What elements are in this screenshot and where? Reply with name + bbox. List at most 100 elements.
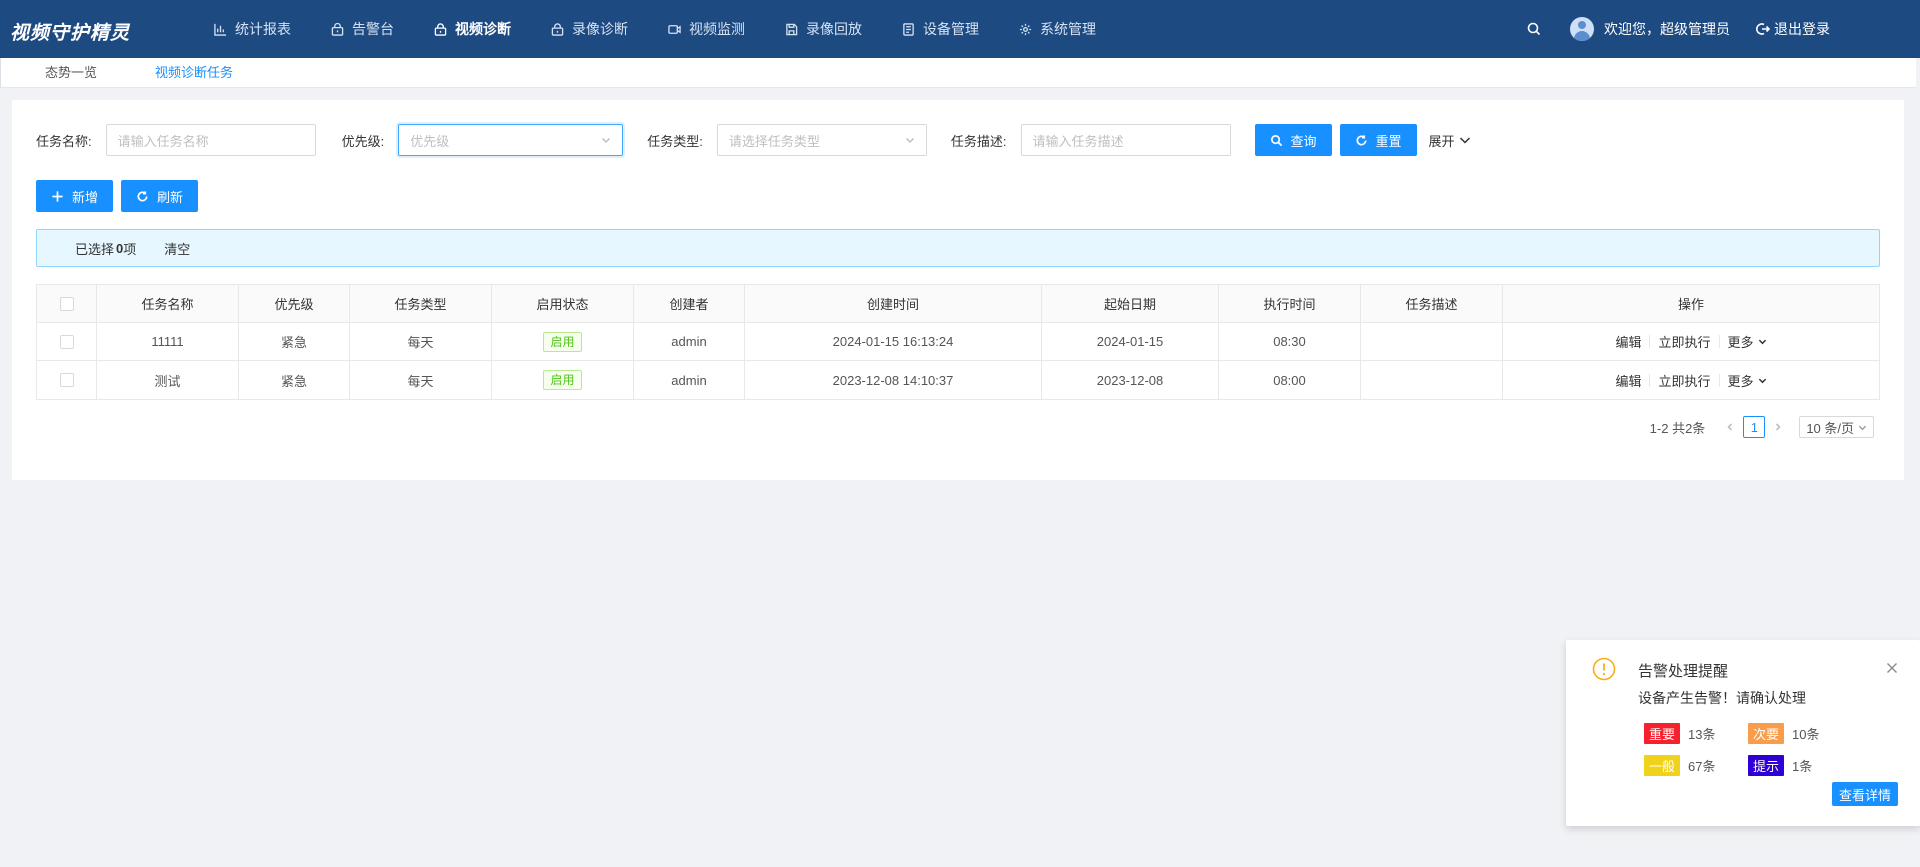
alarm-level-grid: 重要 13条 次要 10条 一般 67条 提示 1条 xyxy=(1644,717,1852,781)
page-number-current[interactable]: 1 xyxy=(1743,416,1766,438)
reload-icon xyxy=(1356,134,1367,145)
notification-title: 告警处理提醒 xyxy=(1638,663,1729,680)
alarm-level-badge-normal: 一般 xyxy=(1644,754,1681,776)
cell-task-desc xyxy=(1361,323,1503,360)
nav-item-playback[interactable]: 录像回放 xyxy=(765,0,882,58)
nav-item-alarm[interactable]: 告警台 xyxy=(311,0,414,58)
header-right: 欢迎您，超级管理员 退出登录 xyxy=(1526,0,1830,58)
nav-item-video-diagnosis[interactable]: 视频诊断 xyxy=(414,0,531,58)
column-header[interactable]: 执行时间 xyxy=(1219,285,1361,322)
refresh-label: 刷新 xyxy=(157,189,184,205)
nav-item-device[interactable]: 设备管理 xyxy=(882,0,999,58)
page-size-select[interactable]: 10 条/页 xyxy=(1799,416,1874,438)
view-details-button[interactable]: 查看详情 xyxy=(1831,782,1898,806)
chevron-down-icon xyxy=(1459,137,1470,144)
clear-selection-link[interactable]: 清空 xyxy=(164,239,190,258)
reset-label: 重置 xyxy=(1375,133,1402,149)
row-actions: 编辑 立即执行 更多 xyxy=(1615,332,1766,351)
run-now-link[interactable]: 立即执行 xyxy=(1658,371,1710,390)
more-link[interactable]: 更多 xyxy=(1728,371,1754,390)
edit-link[interactable]: 编辑 xyxy=(1615,371,1641,390)
priority-select[interactable]: 优先级 xyxy=(398,124,624,156)
column-header[interactable]: 创建者 xyxy=(634,285,745,322)
prev-page-button[interactable] xyxy=(1719,416,1741,438)
cell-status: 启用 xyxy=(492,361,634,399)
select-all-checkbox[interactable] xyxy=(59,296,74,311)
reset-button[interactable]: 重置 xyxy=(1339,124,1417,156)
chevron-down-icon xyxy=(905,137,914,144)
column-header[interactable]: 优先级 xyxy=(239,285,350,322)
alarm-level-count: 67条 xyxy=(1688,758,1716,774)
bar-chart-icon xyxy=(214,23,227,36)
logout-button[interactable]: 退出登录 xyxy=(1756,19,1830,39)
task-type-label: 任务类型: xyxy=(647,133,703,149)
page-size-label: 10 条/页 xyxy=(1806,420,1854,436)
priority-placeholder: 优先级 xyxy=(410,133,450,149)
column-header[interactable]: 任务类型 xyxy=(350,285,492,322)
column-header[interactable]: 任务描述 xyxy=(1361,285,1503,322)
cell-created-time: 2024-01-15 16:13:24 xyxy=(745,323,1042,360)
task-name-placeholder: 请输入任务名称 xyxy=(117,133,209,149)
search-icon[interactable] xyxy=(1526,21,1542,37)
alarm-level-item: 次要 10条 xyxy=(1748,722,1852,744)
add-label: 新增 xyxy=(72,189,99,205)
query-label: 查询 xyxy=(1290,133,1317,149)
alarm-level-row: 重要 13条 次要 10条 xyxy=(1644,717,1852,749)
nav-label: 设备管理 xyxy=(923,21,979,37)
alarm-level-badge-minor: 次要 xyxy=(1748,722,1785,744)
nav-item-record-diagnosis[interactable]: 录像诊断 xyxy=(531,0,648,58)
table-row[interactable]: 测试 紧急 每天 启用 admin 2023-12-08 14:10:37 20… xyxy=(37,361,1879,399)
task-desc-label: 任务描述: xyxy=(950,133,1007,149)
row-checkbox[interactable] xyxy=(59,334,74,349)
nav-item-video-monitor[interactable]: 视频监测 xyxy=(648,0,765,58)
column-header: 操作 xyxy=(1677,297,1704,312)
alarm-level-item: 重要 13条 xyxy=(1644,722,1748,744)
alarm-level-row: 一般 67条 提示 1条 xyxy=(1644,749,1852,781)
column-header[interactable]: 启用状态 xyxy=(492,285,634,322)
priority-label: 优先级: xyxy=(341,133,385,149)
filter-form: 任务名称: 请输入任务名称 优先级: 优先级 任务类型: 请选择任务类型 任务描… xyxy=(36,124,1471,156)
refresh-button[interactable]: 刷新 xyxy=(121,180,199,212)
welcome-text: 欢迎您，超级管理员 xyxy=(1604,21,1730,37)
alarm-level-count: 10条 xyxy=(1792,726,1820,742)
cell-task-name: 测试 xyxy=(97,361,239,399)
add-button[interactable]: 新增 xyxy=(36,180,114,212)
nav-label: 视频诊断 xyxy=(455,21,511,37)
query-button[interactable]: 查询 xyxy=(1254,124,1332,156)
tab-video-diagnosis-task[interactable]: 视频诊断任务 xyxy=(129,58,265,88)
task-type-select[interactable]: 请选择任务类型 xyxy=(716,124,927,156)
top-navbar: 视频守护精灵 统计报表 告警台 视频诊断 录像诊断 视频监测 录像回放 设备管理 xyxy=(0,0,1920,58)
action-toolbar: 新增 刷新 xyxy=(36,180,199,212)
task-desc-input[interactable]: 请输入任务描述 xyxy=(1020,124,1231,156)
nav-label: 视频监测 xyxy=(689,21,745,37)
expand-label: 展开 xyxy=(1428,133,1455,149)
edit-link[interactable]: 编辑 xyxy=(1615,332,1641,351)
nav-item-stats[interactable]: 统计报表 xyxy=(194,0,311,58)
column-header[interactable]: 起始日期 xyxy=(1042,285,1219,322)
more-link[interactable]: 更多 xyxy=(1728,332,1754,351)
nav-item-system[interactable]: 系统管理 xyxy=(999,0,1116,58)
task-name-label: 任务名称: xyxy=(36,133,92,149)
chevron-down-icon xyxy=(1858,425,1867,430)
column-header[interactable]: 任务名称 xyxy=(97,285,239,322)
next-page-button[interactable] xyxy=(1767,416,1789,438)
nav-label: 告警台 xyxy=(352,21,394,37)
cell-priority: 紧急 xyxy=(239,361,350,399)
alarm-level-item: 提示 1条 xyxy=(1748,754,1852,776)
expand-toggle[interactable]: 展开 xyxy=(1429,131,1471,150)
row-select-cell xyxy=(37,323,97,360)
column-header[interactable]: 创建时间 xyxy=(745,285,1042,322)
close-icon[interactable] xyxy=(1886,662,1898,674)
main-card: 任务名称: 请输入任务名称 优先级: 优先级 任务类型: 请选择任务类型 任务描… xyxy=(12,100,1904,480)
run-now-link[interactable]: 立即执行 xyxy=(1658,332,1710,351)
chevron-down-icon xyxy=(1758,378,1766,383)
row-checkbox[interactable] xyxy=(59,373,74,387)
warning-icon xyxy=(1592,657,1616,681)
table-row[interactable]: 11111 紧急 每天 启用 admin 2024-01-15 16:13:24… xyxy=(37,323,1879,361)
alarm-level-count: 13条 xyxy=(1688,726,1716,742)
tab-overview[interactable]: 态势一览 xyxy=(1,58,129,88)
cell-exec-time: 08:00 xyxy=(1219,361,1361,399)
avatar[interactable] xyxy=(1570,17,1594,41)
page-tabs: 态势一览 视频诊断任务 xyxy=(0,58,1916,88)
task-name-input[interactable]: 请输入任务名称 xyxy=(105,124,316,156)
